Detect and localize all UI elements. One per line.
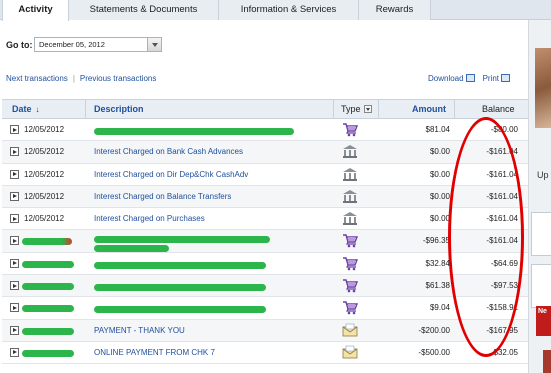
- bank-icon: [342, 144, 358, 159]
- type-column-header[interactable]: Type: [341, 100, 372, 119]
- purchase-cart-icon: [342, 278, 359, 293]
- redaction-mark: [94, 306, 266, 314]
- payment-envelope-icon: [342, 345, 358, 360]
- transaction-amount: -$500.00: [418, 347, 450, 357]
- promo-banner[interactable]: Ne: [536, 306, 551, 336]
- table-row[interactable]: 12/05/2012 Interest Charged on Dir Dep&Ch…: [2, 164, 528, 186]
- payment-envelope-icon: [342, 323, 358, 338]
- expand-row-icon[interactable]: [10, 191, 19, 201]
- redaction-mark: [94, 261, 266, 269]
- transaction-description[interactable]: Interest Charged on Bank Cash Advances: [94, 141, 243, 163]
- bank-icon: [342, 167, 358, 182]
- date-column-header[interactable]: Date ↓: [12, 100, 40, 119]
- transaction-description[interactable]: PAYMENT - THANK YOU: [94, 320, 185, 342]
- table-row[interactable]: ONLINE PAYMENT FROM CHK 7 -$500.00 $32.05: [2, 342, 528, 365]
- transaction-description[interactable]: Interest Charged on Balance Transfers: [94, 186, 231, 208]
- expand-row-icon[interactable]: [10, 236, 19, 246]
- table-row[interactable]: 12/05/2012 Interest Charged on Bank Cash …: [2, 141, 528, 164]
- bank-icon: [342, 189, 358, 204]
- tab-bar: Activity Statements & Documents Informat…: [0, 0, 551, 21]
- table-header: Date ↓ Description Type Amount Balance: [2, 99, 528, 119]
- right-sidebar: Up Ne: [528, 20, 551, 373]
- redaction-mark: [22, 349, 74, 357]
- purchase-cart-icon: [342, 256, 359, 271]
- table-row[interactable]: PAYMENT - THANK YOU -$200.00 -$167.95: [2, 319, 528, 342]
- print-icon[interactable]: [501, 74, 511, 82]
- transaction-date: 12/05/2012: [24, 147, 65, 157]
- sidebar-label: Up: [537, 170, 549, 180]
- expand-row-icon[interactable]: [10, 281, 19, 291]
- redaction-mark: [22, 283, 74, 291]
- tab-information-services[interactable]: Information & Services: [219, 0, 359, 20]
- expand-row-icon[interactable]: [10, 125, 19, 134]
- tab-activity[interactable]: Activity: [2, 0, 69, 21]
- transaction-amount: $0.00: [429, 147, 450, 157]
- tab-rewards[interactable]: Rewards: [359, 0, 431, 20]
- table-row[interactable]: $61.38 -$97.53: [2, 275, 528, 298]
- next-transactions-link[interactable]: Next transactions: [6, 74, 68, 83]
- print-link[interactable]: Print: [483, 74, 499, 83]
- purchase-cart-icon: [342, 122, 359, 137]
- transaction-amount: -$96.35: [422, 236, 450, 246]
- transaction-amount: $81.04: [425, 125, 450, 134]
- chevron-down-icon[interactable]: [147, 38, 161, 51]
- expand-row-icon[interactable]: [10, 258, 19, 268]
- expand-row-icon[interactable]: [10, 147, 19, 157]
- transaction-amount: $0.00: [429, 169, 450, 179]
- redaction-mark: [94, 245, 169, 253]
- redaction-mark: [22, 260, 74, 268]
- redaction-mark: [94, 236, 270, 244]
- transaction-amount: $32.84: [425, 258, 450, 268]
- expand-row-icon[interactable]: [10, 325, 19, 335]
- annotation-ellipse: [448, 117, 524, 357]
- expand-row-icon[interactable]: [10, 214, 19, 224]
- transaction-description[interactable]: Interest Charged on Dir Dep&Chk CashAdv: [94, 164, 248, 186]
- purchase-cart-icon: [342, 233, 359, 248]
- transaction-amount: -$200.00: [418, 325, 450, 335]
- transaction-amount: $0.00: [429, 191, 450, 201]
- sort-arrow-icon: ↓: [35, 105, 40, 114]
- transaction-description[interactable]: Interest Charged on Purchases: [94, 208, 205, 230]
- redaction-mark: [94, 284, 266, 292]
- sidebar-panel: [531, 212, 551, 256]
- transaction-amount: $0.00: [429, 214, 450, 224]
- promo-photo: [535, 48, 551, 128]
- transaction-pagination: Next transactions | Previous transactions: [6, 74, 157, 83]
- redaction-mark: [22, 327, 74, 335]
- bank-icon: [342, 211, 358, 226]
- expand-row-icon[interactable]: [10, 303, 19, 313]
- promo-image: [543, 350, 551, 373]
- transaction-date: 12/05/2012: [24, 191, 65, 201]
- goto-date-select[interactable]: December 05, 2012: [34, 37, 162, 52]
- transaction-date: 12/05/2012: [24, 169, 65, 179]
- description-column-header[interactable]: Description: [94, 100, 144, 119]
- download-print-links: Download Print: [428, 74, 511, 83]
- redaction-mark: [22, 305, 74, 313]
- table-row[interactable]: $9.04 -$158.91: [2, 297, 528, 320]
- expand-row-icon[interactable]: [10, 347, 19, 357]
- transaction-date: 12/05/2012: [24, 125, 65, 134]
- purchase-cart-icon: [342, 300, 359, 315]
- redaction-mark: [22, 238, 72, 246]
- table-row[interactable]: 12/05/2012 $81.04 -$80.00: [2, 119, 528, 142]
- transaction-description[interactable]: ONLINE PAYMENT FROM CHK 7: [94, 342, 215, 364]
- type-filter-icon[interactable]: [363, 105, 372, 113]
- transaction-date: 12/05/2012: [24, 214, 65, 224]
- previous-transactions-link[interactable]: Previous transactions: [80, 74, 156, 83]
- download-icon[interactable]: [465, 74, 475, 82]
- download-link[interactable]: Download: [428, 74, 464, 83]
- transaction-amount: $61.38: [425, 281, 450, 291]
- tab-statements-documents[interactable]: Statements & Documents: [69, 0, 219, 20]
- goto-label: Go to:: [6, 40, 33, 50]
- redaction-mark: [94, 128, 294, 135]
- amount-column-header[interactable]: Amount: [412, 100, 446, 119]
- expand-row-icon[interactable]: [10, 169, 19, 179]
- goto-date-value: December 05, 2012: [39, 40, 105, 49]
- transaction-amount: $9.04: [429, 303, 450, 313]
- sidebar-panel: [531, 264, 551, 308]
